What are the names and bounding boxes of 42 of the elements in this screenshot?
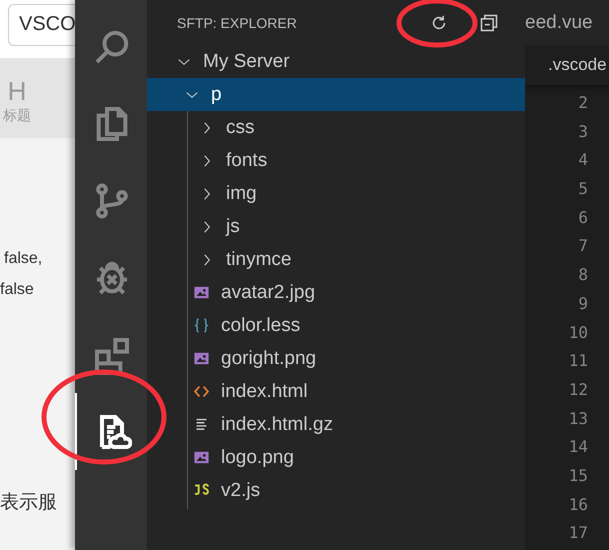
line-number: 5 xyxy=(578,178,588,200)
text-line: false xyxy=(0,281,35,299)
line-number: 6 xyxy=(578,206,588,229)
line-number: 10 xyxy=(568,322,588,344)
tree-item[interactable]: index.html xyxy=(147,375,525,408)
tree-item[interactable]: img xyxy=(147,177,525,210)
toolbar-label: 标题 xyxy=(3,107,31,125)
tree-item[interactable]: fonts xyxy=(147,144,525,177)
line-number: 11 xyxy=(568,350,588,372)
line-number: 8 xyxy=(578,264,588,286)
tree-item[interactable]: index.html.gz xyxy=(147,408,525,441)
image-file-icon xyxy=(193,449,210,466)
line-number: 13 xyxy=(568,408,588,430)
line-number: 4 xyxy=(578,149,588,172)
line-number: 15 xyxy=(568,464,588,487)
line-number: 14 xyxy=(568,436,588,458)
panel-title: SFTP: EXPLORER xyxy=(177,14,298,30)
tree-item[interactable]: logo.png xyxy=(147,441,525,474)
image-file-icon xyxy=(193,350,210,367)
braces-icon xyxy=(193,317,210,334)
tree-item[interactable]: My Server xyxy=(147,45,525,78)
text-line: false, xyxy=(3,250,44,268)
line-number: 9 xyxy=(578,292,588,315)
line-number: 2 xyxy=(578,92,588,114)
tree-item[interactable]: color.less xyxy=(147,309,525,342)
breadcrumb[interactable]: .vscode xyxy=(548,55,607,75)
line-number: 7 xyxy=(578,235,588,258)
code-icon xyxy=(193,383,210,400)
tree-item[interactable]: js xyxy=(147,210,525,243)
line-number: 17 xyxy=(568,522,588,544)
line-number: 12 xyxy=(568,378,588,401)
line-number: 16 xyxy=(568,494,588,516)
tree-item[interactable]: tinymce xyxy=(147,243,525,276)
line-number: 3 xyxy=(578,120,588,143)
text-line: 表示服 xyxy=(0,491,58,515)
tree-item[interactable]: v2.js xyxy=(147,474,525,507)
image-file-icon xyxy=(193,284,210,301)
collapse-all-icon[interactable] xyxy=(479,12,499,32)
tree-item[interactable]: p xyxy=(147,78,525,111)
tree-item[interactable]: css xyxy=(147,111,525,144)
tree-item[interactable]: goright.png xyxy=(147,342,525,375)
tree-item[interactable]: avatar2.jpg xyxy=(147,276,525,309)
